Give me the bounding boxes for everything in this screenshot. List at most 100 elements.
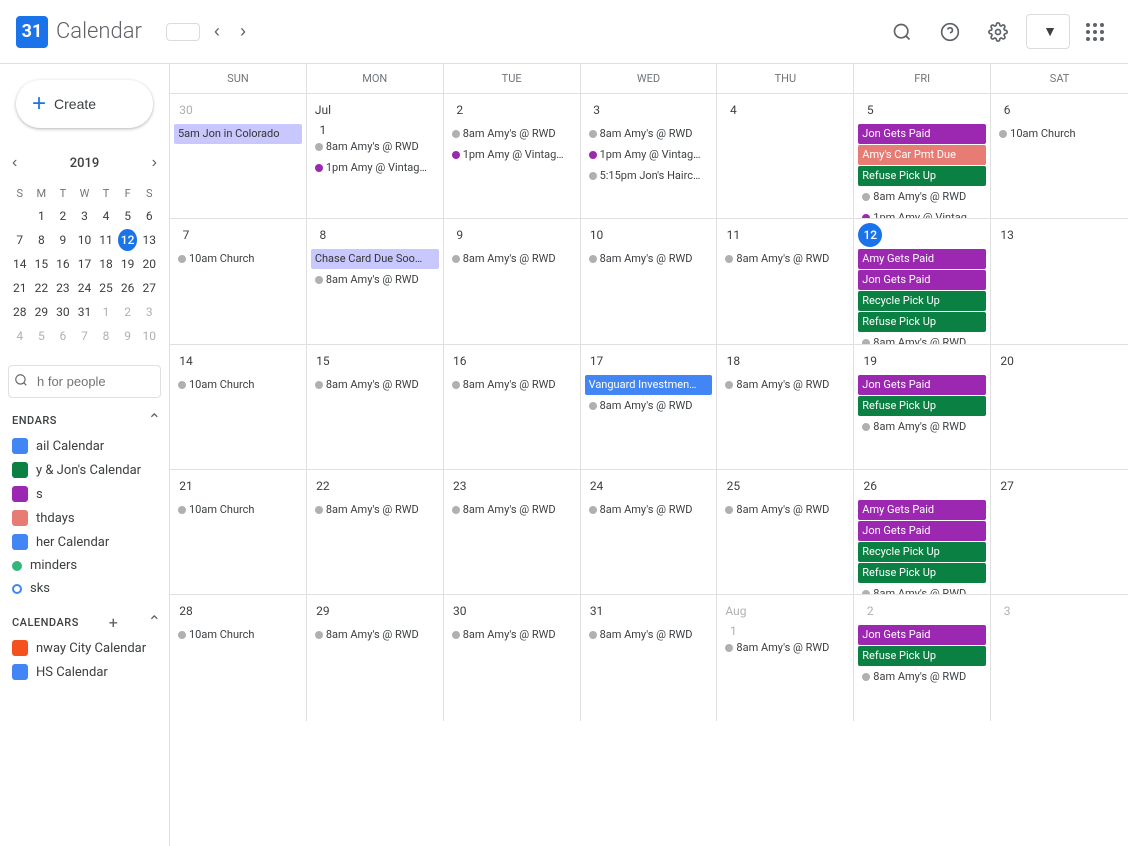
calendar-event[interactable]: Chase Card Due Soo… <box>311 249 439 269</box>
calendar-cell[interactable]: Jul 18am Amy's @ RWD1pm Amy @ Vintag… <box>307 94 444 218</box>
calendar-event[interactable]: Amy's Car Pmt Due <box>858 145 986 165</box>
mini-cal-day[interactable]: 31 <box>75 301 95 323</box>
mini-cal-day[interactable]: 3 <box>139 301 159 323</box>
calendar-cell[interactable]: 248am Amy's @ RWD <box>581 470 718 594</box>
mini-cal-day[interactable]: 30 <box>53 301 73 323</box>
calendar-event[interactable]: Vanguard Investmen… <box>585 375 713 395</box>
calendar-item-other[interactable]: her Calendar <box>0 530 169 554</box>
calendar-cell[interactable]: 298am Amy's @ RWD <box>307 595 444 720</box>
calendar-item-birthdays[interactable]: thdays <box>0 506 169 530</box>
calendar-cell[interactable]: 228am Amy's @ RWD <box>307 470 444 594</box>
calendar-event[interactable]: 8am Amy's @ RWD <box>721 375 849 395</box>
calendar-event[interactable]: Jon Gets Paid <box>858 270 986 290</box>
calendar-item-hs[interactable]: HS Calendar <box>0 660 169 684</box>
calendar-cell[interactable]: 12Amy Gets PaidJon Gets PaidRecycle Pick… <box>854 219 991 343</box>
calendar-event[interactable]: Jon Gets Paid <box>858 625 986 645</box>
mini-cal-day[interactable]: 21 <box>10 277 30 299</box>
mini-cal-day[interactable]: 7 <box>75 325 95 347</box>
calendar-cell[interactable]: 168am Amy's @ RWD <box>444 345 581 469</box>
calendar-event[interactable]: 8am Amy's @ RWD <box>858 667 986 687</box>
calendar-cell[interactable]: 28am Amy's @ RWD1pm Amy @ Vintag… <box>444 94 581 218</box>
calendar-event[interactable]: 8am Amy's @ RWD <box>448 124 576 144</box>
calendar-event[interactable]: 8am Amy's @ RWD <box>585 249 713 269</box>
mini-cal-day[interactable]: 28 <box>10 301 30 323</box>
calendar-event[interactable]: 8am Amy's @ RWD <box>585 396 713 416</box>
calendar-event[interactable]: Jon Gets Paid <box>858 124 986 144</box>
mini-cal-day[interactable]: 22 <box>32 277 52 299</box>
mini-cal-day[interactable]: 13 <box>139 229 159 251</box>
mini-cal-day[interactable]: 8 <box>32 229 52 251</box>
mini-cal-day[interactable]: 26 <box>118 277 138 299</box>
calendar-event[interactable]: 8am Amy's @ RWD <box>448 375 576 395</box>
calendar-event[interactable]: 10am Church <box>174 249 302 269</box>
calendar-event[interactable]: 5:15pm Jon's Hairc… <box>585 166 713 186</box>
apps-button[interactable] <box>1078 15 1112 49</box>
calendar-event[interactable]: 10am Church <box>174 500 302 520</box>
calendar-event[interactable]: 8am Amy's @ RWD <box>721 500 849 520</box>
calendar-cell[interactable]: 8Chase Card Due Soo…8am Amy's @ RWD <box>307 219 444 343</box>
mini-cal-day[interactable]: 25 <box>96 277 116 299</box>
calendar-event[interactable]: 8am Amy's @ RWD <box>858 584 986 594</box>
calendar-item-gmail[interactable]: ail Calendar <box>0 434 169 458</box>
calendar-event[interactable]: 1pm Amy @ Vintag… <box>448 145 576 165</box>
calendar-event[interactable]: Refuse Pick Up <box>858 166 986 186</box>
mini-cal-day[interactable]: 18 <box>96 253 116 275</box>
calendar-cell[interactable]: 305am Jon in Colorado <box>170 94 307 218</box>
calendar-item-reminders[interactable]: minders <box>0 554 169 577</box>
calendar-event[interactable]: 8am Amy's @ RWD <box>721 249 849 269</box>
calendar-event[interactable]: 8am Amy's @ RWD <box>585 625 713 645</box>
calendar-event[interactable]: 8am Amy's @ RWD <box>311 500 439 520</box>
calendar-cell[interactable]: Aug 18am Amy's @ RWD <box>717 595 854 720</box>
calendar-event[interactable]: Refuse Pick Up <box>858 396 986 416</box>
calendar-event[interactable]: 8am Amy's @ RWD <box>858 333 986 343</box>
calendar-cell[interactable]: 2810am Church <box>170 595 307 720</box>
calendar-item-s[interactable]: s <box>0 482 169 506</box>
mini-cal-day[interactable]: 6 <box>53 325 73 347</box>
calendar-cell[interactable]: 38am Amy's @ RWD1pm Amy @ Vintag…5:15pm … <box>581 94 718 218</box>
mini-cal-day[interactable]: 1 <box>96 301 116 323</box>
calendar-cell[interactable]: 27 <box>991 470 1128 594</box>
calendar-cell[interactable]: 26Amy Gets PaidJon Gets PaidRecycle Pick… <box>854 470 991 594</box>
calendar-event[interactable]: 8am Amy's @ RWD <box>311 137 439 157</box>
mini-cal-day[interactable]: 19 <box>118 253 138 275</box>
calendar-cell[interactable]: 108am Amy's @ RWD <box>581 219 718 343</box>
mini-cal-day[interactable]: 3 <box>75 205 95 227</box>
calendar-item-jons[interactable]: y & Jon's Calendar <box>0 458 169 482</box>
mini-cal-day[interactable]: 20 <box>139 253 159 275</box>
mini-cal-day[interactable]: 2 <box>53 205 73 227</box>
other-calendars-toggle[interactable]: ⌃ <box>148 612 161 632</box>
calendar-event[interactable]: 8am Amy's @ RWD <box>448 500 576 520</box>
calendar-event[interactable]: 8am Amy's @ RWD <box>585 124 713 144</box>
calendar-event[interactable]: 1pm Amy @ Vintag… <box>311 158 439 178</box>
mini-cal-day[interactable]: 1 <box>32 205 52 227</box>
my-calendars-header[interactable]: endars ⌃ <box>0 406 169 434</box>
calendar-event[interactable]: Refuse Pick Up <box>858 563 986 583</box>
calendar-cell[interactable]: 20 <box>991 345 1128 469</box>
calendar-event[interactable]: Amy Gets Paid <box>858 249 986 269</box>
mini-cal-day[interactable]: 4 <box>96 205 116 227</box>
calendar-event[interactable]: Recycle Pick Up <box>858 542 986 562</box>
calendar-event[interactable]: Jon Gets Paid <box>858 375 986 395</box>
mini-cal-day[interactable]: 10 <box>75 229 95 251</box>
calendar-cell[interactable]: 19Jon Gets PaidRefuse Pick Up8am Amy's @… <box>854 345 991 469</box>
calendar-cell[interactable]: 710am Church <box>170 219 307 343</box>
mini-next-button[interactable]: › <box>148 152 161 174</box>
add-calendar-button[interactable]: + <box>109 613 118 632</box>
calendar-event[interactable]: 8am Amy's @ RWD <box>448 625 576 645</box>
calendar-event[interactable]: 10am Church <box>174 625 302 645</box>
calendar-event[interactable]: 8am Amy's @ RWD <box>311 625 439 645</box>
mini-prev-button[interactable]: ‹ <box>8 152 21 174</box>
mini-cal-day[interactable]: 12 <box>118 229 138 251</box>
mini-cal-day[interactable]: 9 <box>53 229 73 251</box>
mini-cal-day[interactable]: 6 <box>139 205 159 227</box>
mini-cal-day[interactable]: 27 <box>139 277 159 299</box>
calendar-item-conway[interactable]: nway City Calendar <box>0 636 169 660</box>
calendar-cell[interactable]: 308am Amy's @ RWD <box>444 595 581 720</box>
calendar-event[interactable]: 1pm Amy @ Vintag… <box>858 208 986 218</box>
calendar-cell[interactable]: 188am Amy's @ RWD <box>717 345 854 469</box>
create-button[interactable]: + Create <box>16 80 153 128</box>
prev-button[interactable]: ‹ <box>208 15 226 48</box>
next-button[interactable]: › <box>234 15 252 48</box>
calendar-cell[interactable]: 3 <box>991 595 1128 720</box>
calendar-cell[interactable]: 98am Amy's @ RWD <box>444 219 581 343</box>
